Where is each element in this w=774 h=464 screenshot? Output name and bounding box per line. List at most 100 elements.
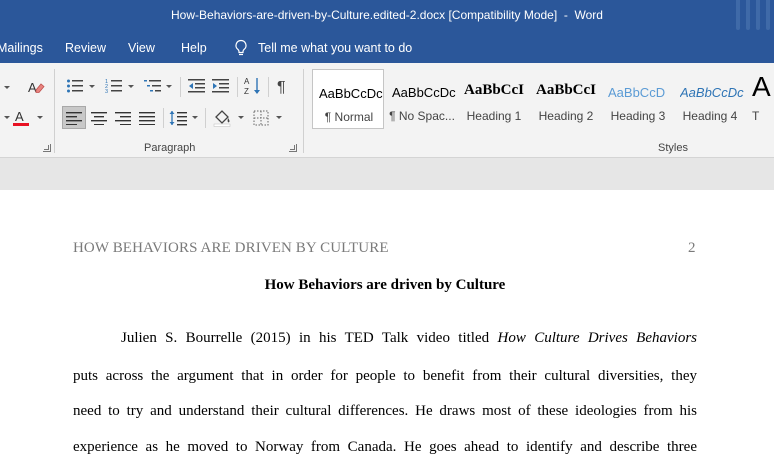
shading-button[interactable] <box>210 107 234 129</box>
style-heading-2[interactable]: AaBbCcI Heading 2 <box>530 69 602 129</box>
separator <box>180 77 181 97</box>
font-dialog-launcher[interactable] <box>43 144 51 152</box>
font-dropdown-caret[interactable] <box>4 86 10 89</box>
numbering-dropdown-caret[interactable] <box>128 85 134 88</box>
svg-text:A: A <box>244 77 250 86</box>
style-heading-4[interactable]: AaBbCcDc Heading 4 <box>674 69 746 129</box>
tell-me-search[interactable]: Tell me what you want to do <box>234 39 412 57</box>
font-color-button[interactable]: A <box>10 107 32 129</box>
svg-text:¶: ¶ <box>277 79 286 95</box>
svg-text:Z: Z <box>244 87 249 96</box>
style-name: Heading 1 <box>466 109 522 123</box>
ribbon-tabs: Mailings Review View Help Tell me what y… <box>0 33 774 63</box>
multilevel-dropdown-caret[interactable] <box>166 85 172 88</box>
bullets-button[interactable] <box>64 76 86 96</box>
paragraph-dialog-launcher[interactable] <box>289 144 297 152</box>
font-color-icon: A <box>13 109 29 126</box>
shading-bucket-icon <box>213 110 231 127</box>
running-header: HOW BEHAVIORS ARE DRIVEN BY CULTURE <box>73 240 389 256</box>
styles-group-label: Styles <box>658 142 688 154</box>
line-spacing-icon <box>169 111 187 126</box>
sort-icon: A Z <box>244 77 260 96</box>
separator <box>268 77 269 97</box>
bullets-dropdown-caret[interactable] <box>89 85 95 88</box>
font-color-dropdown-caret[interactable] <box>37 116 43 119</box>
separator <box>205 108 206 128</box>
shading-dropdown-caret[interactable] <box>238 116 244 119</box>
separator <box>237 77 238 97</box>
borders-button[interactable] <box>250 107 272 129</box>
style-normal[interactable]: AaBbCcDc ¶ Normal <box>312 69 384 129</box>
document-page[interactable]: HOW BEHAVIORS ARE DRIVEN BY CULTURE 2 Ho… <box>0 190 774 464</box>
tab-help[interactable]: Help <box>181 41 207 55</box>
style-name: Heading 3 <box>610 109 666 123</box>
style-name: Heading 2 <box>538 109 594 123</box>
justify-button[interactable] <box>136 107 158 129</box>
tab-mailings[interactable]: Mailings <box>0 41 43 55</box>
style-name: ¶ Normal <box>324 110 374 124</box>
borders-icon <box>253 110 269 126</box>
style-name: ¶ No Spac... <box>389 109 455 123</box>
style-title[interactable]: A T <box>746 69 774 129</box>
page-number: 2 <box>688 240 696 256</box>
paragraph-line: Julien S. Bourrelle (2015) in his TED Ta… <box>121 330 697 347</box>
style-name: Heading 4 <box>682 109 738 123</box>
style-sample: AaBbCcD <box>608 85 666 100</box>
clear-formatting-button[interactable]: A <box>26 77 46 97</box>
style-sample: AaBbCcI <box>464 82 525 98</box>
paragraph-line: experience as he moved to Norway from Ca… <box>73 439 697 455</box>
sort-button[interactable]: A Z <box>242 75 264 97</box>
svg-text:A: A <box>15 109 24 124</box>
document-title: How Behaviors are driven by Culture <box>264 277 506 293</box>
paragraph-group-label: Paragraph <box>144 142 196 154</box>
tell-me-label: Tell me what you want to do <box>258 41 413 55</box>
lightbulb-icon <box>235 39 247 56</box>
style-sample: AaBbCcDc <box>680 85 744 100</box>
style-heading-3[interactable]: AaBbCcD Heading 3 <box>602 69 674 129</box>
align-right-button[interactable] <box>112 107 134 129</box>
style-name: T <box>752 109 760 123</box>
align-center-button[interactable] <box>88 107 110 129</box>
decrease-indent-button[interactable] <box>186 76 208 96</box>
pilcrow-icon: ¶ <box>277 79 286 95</box>
ribbon-document-gap <box>0 158 774 190</box>
bullets-icon <box>67 79 83 93</box>
tab-view[interactable]: View <box>128 41 155 55</box>
style-sample: AaBbCcI <box>536 82 597 98</box>
window-corner-graphic <box>736 0 770 33</box>
paragraph-line: need to try and understand their cultura… <box>73 403 697 419</box>
paragraph-line: puts across the argument that in order f… <box>73 368 697 384</box>
style-sample: AaBbCcDc <box>392 85 456 100</box>
style-sample: A <box>752 71 771 102</box>
justify-icon <box>139 112 155 125</box>
style-sample: AaBbCcDc <box>319 86 383 101</box>
increase-indent-icon <box>212 79 229 93</box>
line-spacing-button[interactable] <box>167 107 189 129</box>
borders-dropdown-caret[interactable] <box>276 116 282 119</box>
multilevel-list-icon <box>144 80 161 92</box>
separator <box>163 108 164 128</box>
line-spacing-dropdown-caret[interactable] <box>192 116 198 119</box>
align-right-icon <box>115 112 131 125</box>
align-center-icon <box>91 112 107 125</box>
tab-review[interactable]: Review <box>65 41 106 55</box>
title-bar: How-Behaviors-are-driven-by-Culture.edit… <box>0 0 774 33</box>
group-separator <box>303 69 304 153</box>
svg-text:3: 3 <box>105 89 108 94</box>
multilevel-list-button[interactable] <box>142 76 164 96</box>
window-title: How-Behaviors-are-driven-by-Culture.edit… <box>171 8 603 22</box>
show-formatting-marks-button[interactable]: ¶ <box>272 75 294 97</box>
style-no-spacing[interactable]: AaBbCcDc ¶ No Spac... <box>386 69 458 129</box>
increase-indent-button[interactable] <box>210 76 232 96</box>
decrease-indent-icon <box>188 79 205 93</box>
clear-formatting-icon: A <box>28 80 45 95</box>
style-heading-1[interactable]: AaBbCcI Heading 1 <box>458 69 530 129</box>
numbering-icon: 1 2 3 <box>105 79 122 94</box>
video-title-italic: How Culture Drives Behaviors <box>497 330 698 346</box>
group-separator <box>54 69 55 153</box>
ribbon: A A 1 2 3 A Z ¶ Paragraph AaBbCcDc ¶ Nor… <box>0 63 774 158</box>
numbering-button[interactable]: 1 2 3 <box>103 76 125 96</box>
align-left-button[interactable] <box>62 106 86 129</box>
align-left-icon <box>66 111 82 125</box>
paragraph-text: Julien S. Bourrelle (2015) in his TED Ta… <box>121 330 498 346</box>
